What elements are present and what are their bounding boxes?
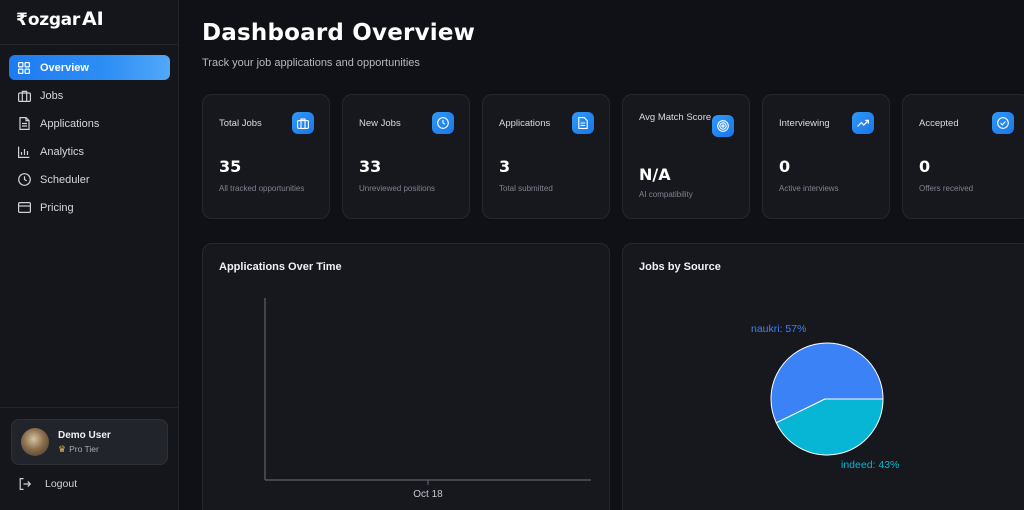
sidebar-item-applications[interactable]: Applications bbox=[9, 111, 170, 136]
pie-label-naukri: naukri: 57% bbox=[751, 323, 806, 335]
applications-line-chart: Oct 18 bbox=[264, 298, 591, 500]
stat-label: Accepted bbox=[919, 118, 959, 129]
stat-desc: AI compatibility bbox=[639, 190, 693, 199]
stat-desc: All tracked opportunities bbox=[219, 184, 305, 193]
page-subtitle: Track your job applications and opportun… bbox=[202, 57, 420, 69]
sidebar-item-overview[interactable]: Overview bbox=[9, 55, 170, 80]
stat-label: Applications bbox=[499, 118, 551, 129]
stat-value: 3 bbox=[499, 157, 511, 176]
user-info: Demo User ♛ Pro Tier bbox=[58, 430, 111, 455]
logo-ai: AI bbox=[81, 8, 104, 30]
logout-button[interactable]: Logout bbox=[19, 478, 77, 490]
sidebar-item-label: Applications bbox=[40, 117, 100, 130]
sidebar-item-pricing[interactable]: Pricing bbox=[9, 195, 170, 220]
pie-label-indeed: indeed: 43% bbox=[841, 459, 899, 471]
avatar bbox=[21, 428, 49, 456]
logo-rupee: ₹ bbox=[16, 10, 28, 30]
user-tier: ♛ Pro Tier bbox=[58, 444, 111, 455]
briefcase-icon bbox=[292, 112, 314, 134]
user-profile-card[interactable]: Demo User ♛ Pro Tier bbox=[11, 419, 168, 465]
stat-label: Total Jobs bbox=[219, 118, 262, 129]
user-name: Demo User bbox=[58, 429, 111, 441]
sidebar-item-label: Jobs bbox=[40, 89, 64, 102]
page-title: Dashboard Overview bbox=[202, 20, 476, 46]
logo-word: ozgar bbox=[27, 10, 80, 30]
applications-over-time-panel: Applications Over Time Oct 18 bbox=[202, 243, 610, 510]
sidebar-item-label: Scheduler bbox=[40, 173, 90, 186]
check-circle-icon bbox=[992, 112, 1014, 134]
logout-icon bbox=[19, 478, 32, 490]
sidebar-item-jobs[interactable]: Jobs bbox=[9, 83, 170, 108]
sidebar-nav: Overview Jobs Applications Analytics Sch… bbox=[9, 55, 170, 223]
stat-value: 35 bbox=[219, 157, 242, 176]
clock-icon bbox=[17, 173, 31, 187]
stat-label: New Jobs bbox=[359, 118, 401, 129]
stat-label: Avg Match Score bbox=[639, 112, 712, 123]
stat-card-new-jobs: New Jobs 33 Unreviewed positions bbox=[342, 94, 470, 219]
x-tick-label: Oct 18 bbox=[413, 489, 443, 500]
stat-card-applications: Applications 3 Total submitted bbox=[482, 94, 610, 219]
stat-card-accepted: Accepted 0 Offers received bbox=[902, 94, 1024, 219]
stat-card-avg-match-score: Avg Match Score N/A AI compatibility bbox=[622, 94, 750, 219]
app-window: ₹ ozgar AI Overview Jobs Applications An… bbox=[0, 0, 1024, 510]
stat-desc: Total submitted bbox=[499, 184, 553, 193]
clock-icon bbox=[432, 112, 454, 134]
stat-value: 33 bbox=[359, 157, 382, 176]
stat-desc: Offers received bbox=[919, 184, 974, 193]
stat-value: 0 bbox=[919, 157, 931, 176]
jobs-by-source-panel: Jobs by Source naukri: 57% indeed: 43% bbox=[622, 243, 1024, 510]
stat-value: 0 bbox=[779, 157, 791, 176]
stat-card-interviewing: Interviewing 0 Active interviews bbox=[762, 94, 890, 219]
stat-value: N/A bbox=[639, 165, 671, 184]
sidebar-divider bbox=[0, 44, 179, 45]
document-icon bbox=[17, 117, 31, 131]
jobs-by-source-pie-chart: naukri: 57% indeed: 43% bbox=[751, 323, 899, 471]
main-content: Dashboard Overview Track your job applic… bbox=[180, 0, 1024, 510]
grid-icon bbox=[17, 61, 31, 75]
stat-label: Interviewing bbox=[779, 118, 830, 129]
brand-logo[interactable]: ₹ ozgar AI bbox=[16, 8, 104, 32]
sidebar-divider bbox=[0, 407, 179, 408]
bar-chart-icon bbox=[17, 145, 31, 159]
credit-card-icon bbox=[17, 201, 31, 215]
document-icon bbox=[572, 112, 594, 134]
crown-icon: ♛ bbox=[58, 443, 67, 454]
briefcase-icon bbox=[17, 89, 31, 103]
sidebar-item-label: Pricing bbox=[40, 201, 74, 214]
stat-desc: Unreviewed positions bbox=[359, 184, 436, 193]
sidebar-item-scheduler[interactable]: Scheduler bbox=[9, 167, 170, 192]
stat-desc: Active interviews bbox=[779, 184, 839, 193]
trending-up-icon bbox=[852, 112, 874, 134]
sidebar: ₹ ozgar AI Overview Jobs Applications An… bbox=[0, 0, 179, 510]
user-tier-label: Pro Tier bbox=[69, 444, 99, 454]
sidebar-item-analytics[interactable]: Analytics bbox=[9, 139, 170, 164]
stat-card-total-jobs: Total Jobs 35 All tracked opportunities bbox=[202, 94, 330, 219]
sidebar-item-label: Analytics bbox=[40, 145, 85, 158]
target-icon bbox=[712, 115, 734, 137]
sidebar-item-label: Overview bbox=[40, 61, 89, 74]
logout-label: Logout bbox=[45, 478, 78, 490]
